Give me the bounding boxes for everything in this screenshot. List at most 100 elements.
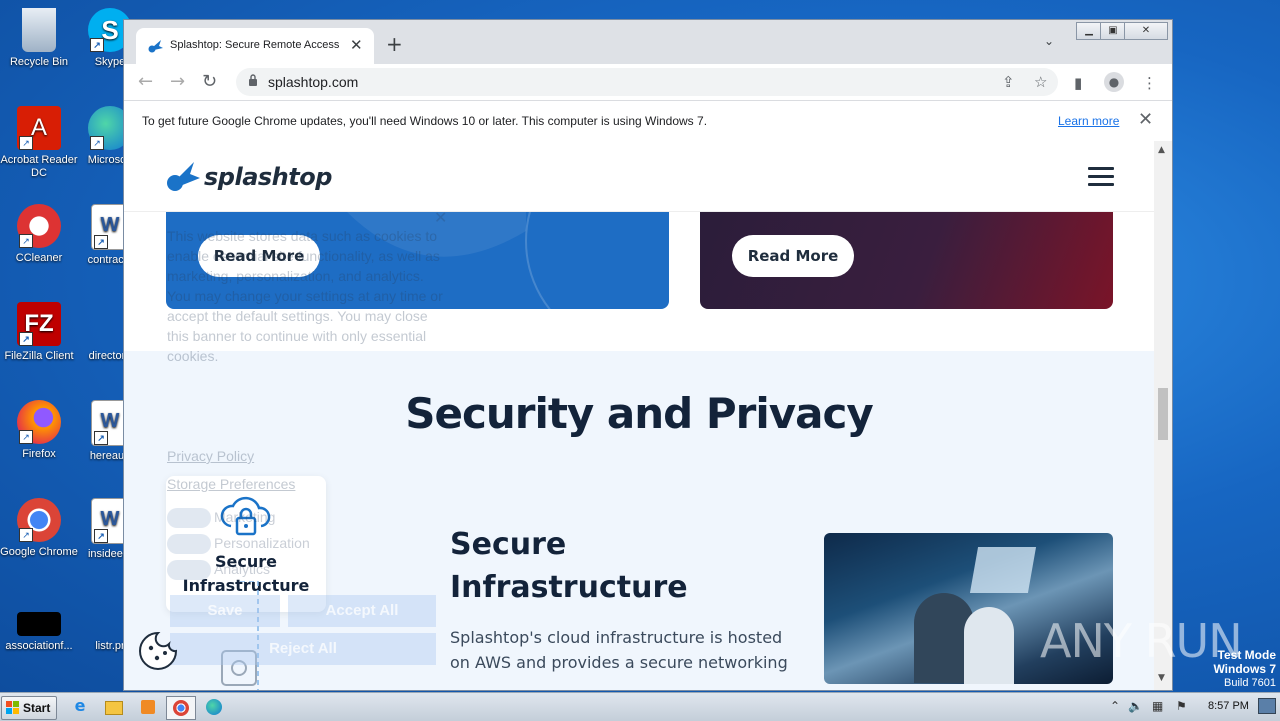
test-mode-notice: Test Mode Windows 7 Build 7601 — [1190, 648, 1276, 690]
profile-avatar-icon[interactable]: ● — [1104, 72, 1124, 92]
test-mode-text: Test Mode — [1217, 648, 1276, 662]
dashed-connector-icon — [221, 581, 259, 690]
logo-wordmark: splashtop — [204, 163, 332, 191]
desktop-icon-label: Acrobat Reader DC — [0, 154, 78, 179]
desktop-icon-label: associationf... — [5, 640, 73, 652]
desktop-icon-firefox[interactable]: ↗ Firefox — [0, 400, 78, 461]
lock-icon — [249, 74, 257, 86]
shortcut-arrow-icon: ↗ — [90, 136, 104, 150]
show-desktop-button[interactable] — [1258, 698, 1276, 714]
desktop-icon-label: FileZilla Client — [4, 350, 74, 362]
start-label: Start — [23, 701, 51, 715]
web-page: splashtop Read More Read More Security a… — [124, 141, 1154, 690]
site-header: splashtop — [124, 141, 1154, 212]
desktop-icon-label: Firefox — [22, 448, 56, 460]
chrome-icon: ↗ — [17, 498, 61, 542]
infobar-close-icon[interactable]: ✕ — [1138, 109, 1153, 130]
forward-arrow-icon[interactable]: → — [170, 71, 185, 92]
shortcut-arrow-icon: ↗ — [19, 136, 33, 150]
cloud-lock-icon — [220, 496, 271, 536]
bookmark-star-icon[interactable]: ☆ — [1034, 73, 1047, 91]
shortcut-arrow-icon: ↗ — [19, 528, 33, 542]
desktop-icon-google-chrome[interactable]: ↗ Google Chrome — [0, 498, 78, 559]
shortcut-arrow-icon: ↗ — [94, 431, 108, 445]
shortcut-arrow-icon: ↗ — [94, 235, 108, 249]
page-scrollbar[interactable]: ▲ ▼ — [1154, 141, 1172, 690]
feature-heading: Secure Infrastructure — [450, 523, 688, 609]
splashtop-favicon-icon — [148, 40, 163, 53]
shortcut-arrow-icon: ↗ — [19, 234, 33, 248]
tab-strip: Splashtop: Secure Remote Access & ✕ + ⌄ … — [124, 20, 1172, 64]
feature-description: Splashtop's cloud infrastructure is host… — [450, 628, 788, 672]
windows-flag-icon — [6, 701, 19, 714]
scroll-down-icon[interactable]: ▼ — [1158, 673, 1165, 683]
share-icon[interactable]: ⇪ — [1002, 73, 1015, 91]
desktop-icon-acrobat[interactable]: A ↗ Acrobat Reader DC — [0, 106, 78, 180]
back-arrow-icon[interactable]: ← — [138, 71, 153, 92]
security-privacy-section: Security and Privacy Secure Infrastructu… — [124, 351, 1154, 690]
taskbar-explorer-icon[interactable] — [100, 696, 128, 718]
desktop-icon-label: Recycle Bin — [9, 56, 69, 68]
desktop-icon-label: CCleaner — [15, 252, 63, 264]
tray-network-icon[interactable]: ▦ — [1152, 699, 1163, 713]
taskbar: Start e ⌃ 🔈 ▦ ⚑ 8:57 PM — [0, 692, 1280, 721]
section-title: Security and Privacy — [405, 389, 874, 438]
os-text: Windows 7 — [1213, 662, 1276, 676]
acrobat-icon: A ↗ — [17, 106, 61, 150]
read-more-button-2[interactable]: Read More — [732, 235, 854, 277]
tab-title: Splashtop: Secure Remote Access & — [170, 39, 340, 51]
feature-card-dark: Read More — [700, 211, 1113, 309]
shortcut-arrow-icon: ↗ — [90, 38, 104, 52]
update-infobar: To get future Google Chrome updates, you… — [124, 100, 1172, 142]
desktop-icon-filezilla[interactable]: FZ ↗ FileZilla Client — [0, 302, 78, 363]
splashtop-logo-icon — [167, 162, 200, 191]
recycle-bin-icon — [22, 8, 56, 52]
new-tab-button[interactable]: + — [386, 32, 403, 56]
tab-close-icon[interactable]: ✕ — [350, 36, 363, 54]
minimize-button[interactable]: ▁ — [1076, 22, 1102, 40]
feature-heading-line2: Infrastructure — [450, 570, 688, 605]
taskbar-clock[interactable]: 8:57 PM — [1208, 700, 1249, 712]
desktop-icon-association-file[interactable]: associationf... — [0, 612, 78, 653]
url-text: splashtop.com — [268, 74, 359, 90]
tray-action-center-flag-icon[interactable]: ⚑ — [1176, 699, 1187, 713]
desktop-icon-ccleaner[interactable]: ↗ CCleaner — [0, 204, 78, 265]
start-button[interactable]: Start — [1, 696, 57, 720]
browser-toolbar: ← → ↻ splashtop.com ⇪ ☆ ▮ ● ⋮ — [124, 64, 1172, 100]
taskbar-chrome-icon[interactable] — [166, 696, 196, 720]
splashtop-logo[interactable]: splashtop — [166, 159, 332, 195]
tray-expand-icon[interactable]: ⌃ — [1110, 699, 1120, 713]
read-more-button-1[interactable]: Read More — [198, 235, 320, 277]
shortcut-arrow-icon: ↗ — [19, 332, 33, 346]
hamburger-menu-icon[interactable] — [1088, 167, 1114, 186]
feature-heading-line1: Secure — [450, 527, 567, 562]
scroll-thumb[interactable] — [1158, 388, 1168, 440]
menu-kebab-icon[interactable]: ⋮ — [1142, 74, 1157, 92]
chrome-window: Splashtop: Secure Remote Access & ✕ + ⌄ … — [124, 20, 1172, 690]
cookie-settings-icon[interactable] — [138, 631, 178, 671]
firefox-icon: ↗ — [17, 400, 61, 444]
learn-more-link[interactable]: Learn more — [1058, 114, 1119, 128]
infobar-message: To get future Google Chrome updates, you… — [142, 114, 708, 128]
desktop-icon-recycle-bin[interactable]: Recycle Bin — [0, 8, 78, 69]
feature-card-blue: Read More — [166, 211, 669, 309]
tab-search-chevron-icon[interactable]: ⌄ — [1044, 34, 1054, 48]
taskbar-media-player-icon[interactable] — [134, 696, 162, 718]
black-file-icon — [17, 612, 61, 636]
reload-icon[interactable]: ↻ — [202, 71, 217, 92]
side-panel-icon[interactable]: ▮ — [1074, 74, 1082, 92]
tab-splashtop[interactable]: Splashtop: Secure Remote Access & ✕ — [136, 28, 374, 64]
filezilla-icon: FZ ↗ — [17, 302, 61, 346]
shortcut-arrow-icon: ↗ — [19, 430, 33, 444]
desktop-icon-label: Google Chrome — [0, 546, 78, 558]
address-bar[interactable]: splashtop.com ⇪ ☆ — [236, 68, 1058, 96]
taskbar-ie-icon[interactable]: e — [66, 696, 94, 718]
close-window-button[interactable]: ✕ — [1124, 22, 1168, 40]
maximize-button[interactable]: ▣ — [1100, 22, 1126, 40]
scroll-up-icon[interactable]: ▲ — [1158, 145, 1165, 155]
shortcut-arrow-icon: ↗ — [94, 529, 108, 543]
build-text: Build 7601 — [1224, 677, 1276, 689]
taskbar-edge-icon[interactable] — [200, 696, 228, 718]
tray-volume-icon[interactable]: 🔈 — [1128, 699, 1143, 713]
ccleaner-icon: ↗ — [17, 204, 61, 248]
